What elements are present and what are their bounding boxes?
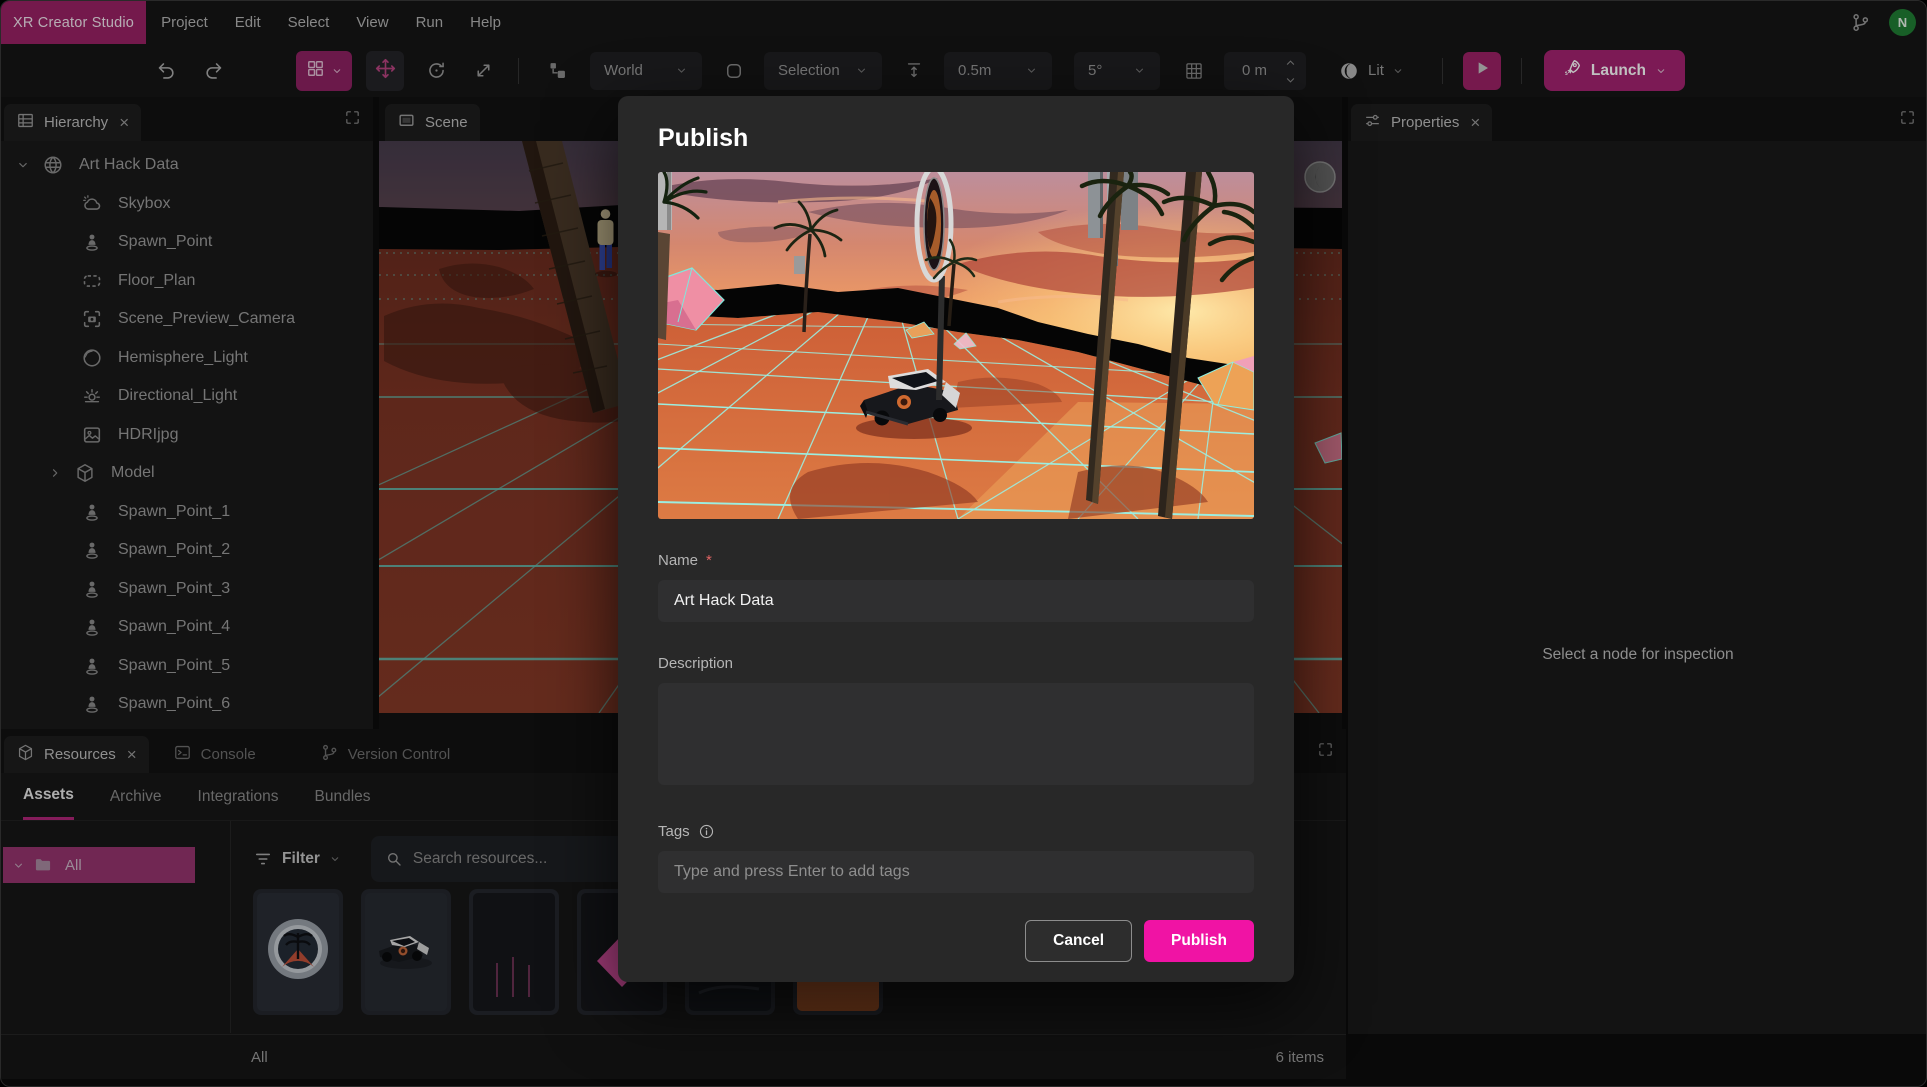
publish-dialog: Publish <box>618 96 1294 982</box>
tags-label: Tags <box>658 823 690 840</box>
cancel-button[interactable]: Cancel <box>1025 920 1132 962</box>
description-field[interactable] <box>658 683 1254 785</box>
publish-button[interactable]: Publish <box>1144 920 1254 962</box>
info-icon[interactable] <box>698 823 715 840</box>
dialog-title: Publish <box>658 124 1254 160</box>
name-field[interactable] <box>658 580 1254 622</box>
required-marker: * <box>706 552 712 569</box>
tags-field[interactable] <box>658 851 1254 893</box>
app-window: XR Creator Studio Project Edit Select Vi… <box>0 0 1927 1087</box>
scene-preview-image <box>658 172 1254 519</box>
description-label: Description <box>658 655 733 672</box>
name-label: Name <box>658 552 698 569</box>
